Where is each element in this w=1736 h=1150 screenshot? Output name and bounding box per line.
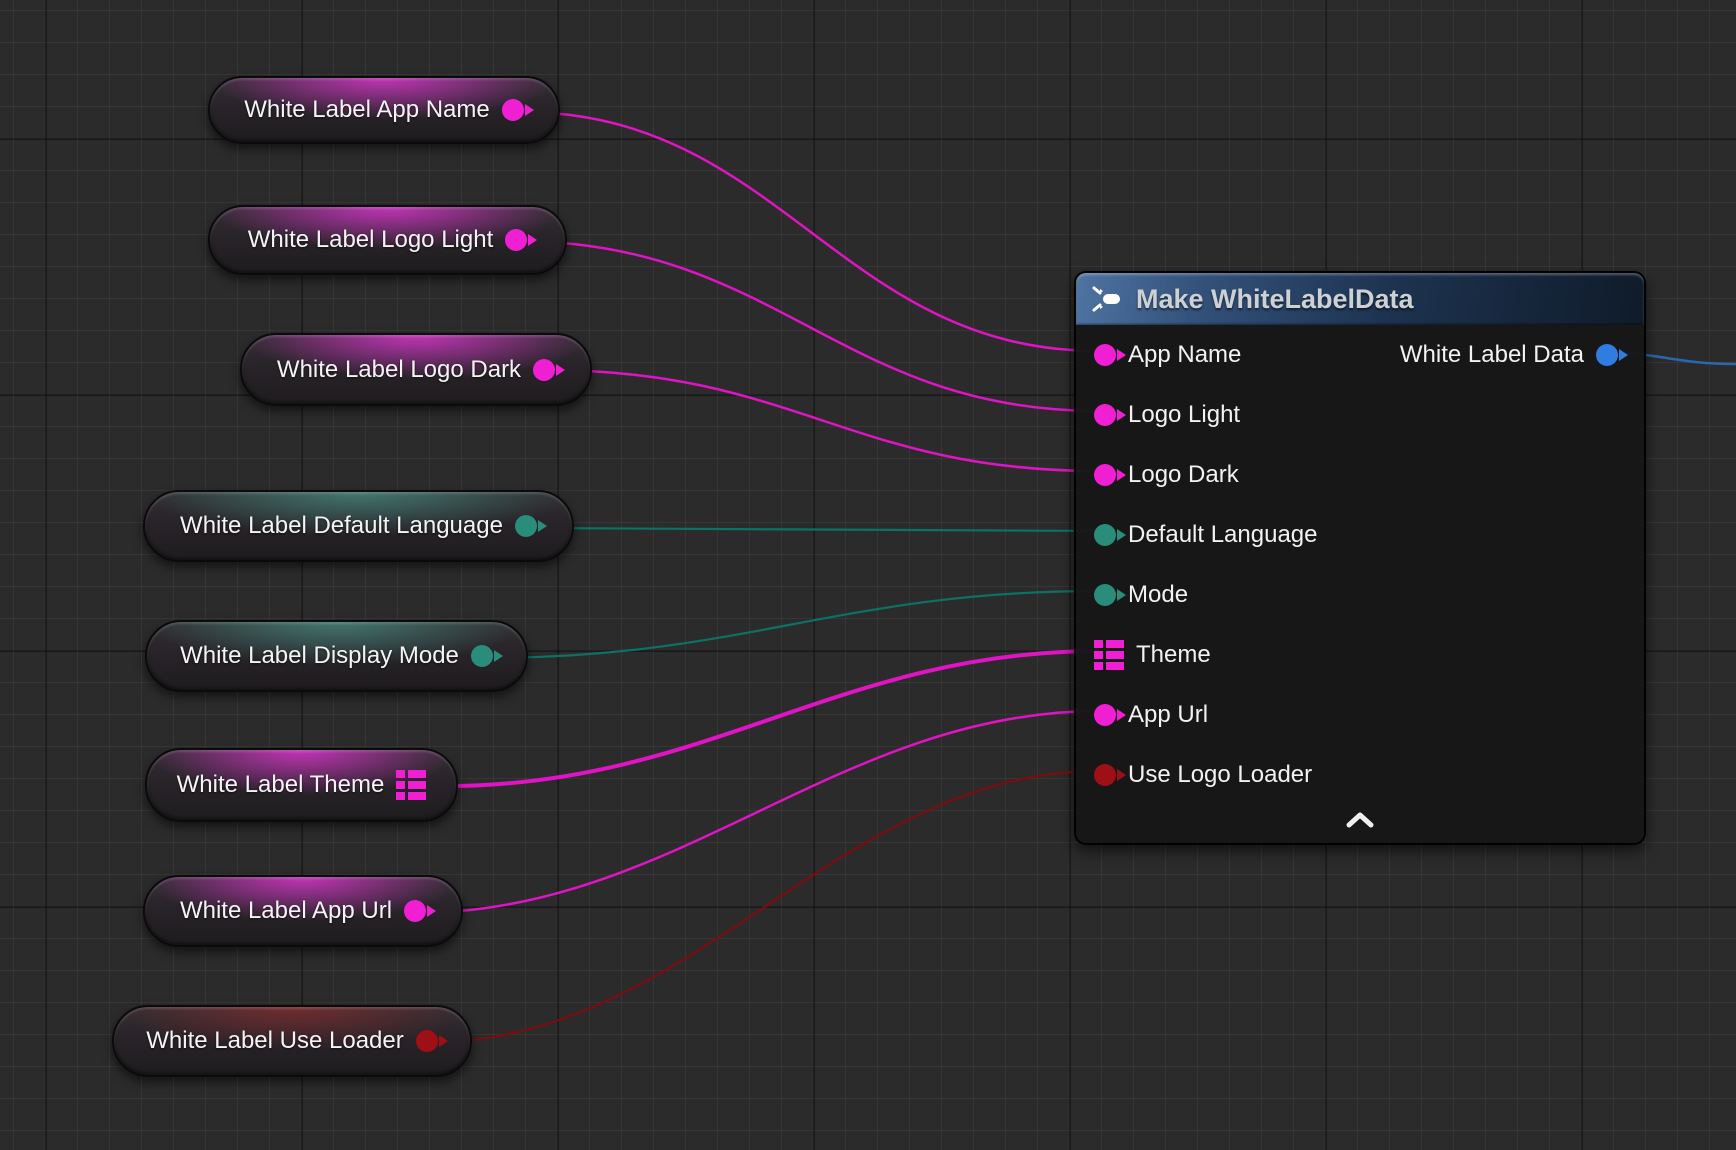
input-pin-row[interactable]: Use Logo Loader <box>1076 745 1644 805</box>
getter-node-label: White Label Logo Dark <box>277 356 521 384</box>
input-pin-icon[interactable] <box>1094 344 1116 366</box>
getter-node-white-label-logo-light[interactable]: White Label Logo Light <box>208 205 567 275</box>
input-pin-row[interactable]: Default Language <box>1076 505 1644 565</box>
getter-output-pin[interactable] <box>416 1030 438 1052</box>
getter-output-pin[interactable] <box>533 359 555 381</box>
getter-output-pin[interactable] <box>404 900 426 922</box>
getter-node-label: White Label Display Mode <box>180 642 459 670</box>
getter-node-white-label-logo-dark[interactable]: White Label Logo Dark <box>240 333 592 406</box>
wire-logo-light[interactable] <box>516 241 1099 411</box>
input-pin-row[interactable]: Logo Dark <box>1076 445 1644 505</box>
getter-node-white-label-app-url[interactable]: White Label App Url <box>143 875 463 947</box>
blueprint-canvas[interactable]: White Label App Name White Label Logo Lig… <box>0 0 1736 1150</box>
getter-output-pin[interactable] <box>515 515 537 537</box>
chevron-up-icon <box>1343 812 1377 828</box>
getter-node-label: White Label Use Loader <box>146 1027 403 1055</box>
getter-node-white-label-display-mode[interactable]: White Label Display Mode <box>145 620 528 692</box>
input-pin-icon[interactable] <box>1094 704 1116 726</box>
wire-display-mode[interactable] <box>484 591 1099 658</box>
getter-node-label: White Label App Url <box>180 897 392 925</box>
make-node-title: Make WhiteLabelData <box>1136 284 1414 315</box>
wire-theme[interactable] <box>446 651 1099 786</box>
wire-app-name[interactable] <box>521 112 1099 351</box>
make-node-make-whitelabeldata[interactable]: Make WhiteLabelData App Name Logo Light Lo… <box>1074 271 1646 845</box>
input-pin-row[interactable]: App Url <box>1076 685 1644 745</box>
input-pin-label: Logo Light <box>1128 401 1240 429</box>
input-pin-label: Mode <box>1128 581 1188 609</box>
input-pin-icon[interactable] <box>1094 764 1116 786</box>
output-pin-white-label-data[interactable] <box>1596 344 1618 366</box>
output-pin-icon[interactable] <box>1596 344 1618 366</box>
input-pin-row[interactable]: Mode <box>1076 565 1644 625</box>
input-pin-label: Default Language <box>1128 521 1318 549</box>
input-pin-label: Logo Dark <box>1128 461 1239 489</box>
make-node-input-pins: App Name Logo Light Logo Dark Default Langu… <box>1076 325 1644 805</box>
wire-default-language[interactable] <box>528 528 1099 531</box>
getter-node-label: White Label Logo Light <box>248 226 494 254</box>
collapse-toggle[interactable] <box>1076 801 1644 839</box>
getter-output-pin[interactable] <box>502 99 524 121</box>
getter-node-white-label-use-loader[interactable]: White Label Use Loader <box>112 1005 472 1077</box>
output-pin-label: White Label Data <box>1400 341 1584 369</box>
getter-node-label: White Label App Name <box>244 96 489 124</box>
input-pin-label: Use Logo Loader <box>1128 761 1312 789</box>
input-pin-row[interactable]: Logo Light <box>1076 385 1644 445</box>
input-pin-label: Theme <box>1136 641 1211 669</box>
output-pin-row[interactable]: White Label Data <box>1400 325 1618 385</box>
getter-node-white-label-default-language[interactable]: White Label Default Language <box>143 490 574 562</box>
wire-use-loader[interactable] <box>432 771 1099 1042</box>
getter-output-pin[interactable] <box>396 770 426 800</box>
input-pin-icon[interactable] <box>1094 464 1116 486</box>
wire-app-url[interactable] <box>416 711 1099 913</box>
input-pin-row[interactable]: Theme <box>1076 625 1644 685</box>
make-node-header[interactable]: Make WhiteLabelData <box>1076 273 1644 325</box>
getter-node-label: White Label Theme <box>177 771 385 799</box>
getter-node-label: White Label Default Language <box>180 512 503 540</box>
getter-node-white-label-app-name[interactable]: White Label App Name <box>208 76 560 144</box>
wire-logo-dark[interactable] <box>546 370 1099 471</box>
getter-node-white-label-theme[interactable]: White Label Theme <box>145 748 458 822</box>
input-pin-label: App Name <box>1128 341 1241 369</box>
getter-output-pin[interactable] <box>505 229 527 251</box>
input-pin-icon[interactable] <box>1094 404 1116 426</box>
input-pin-label: App Url <box>1128 701 1208 729</box>
input-pin-icon[interactable] <box>1094 524 1116 546</box>
make-struct-icon <box>1092 285 1122 313</box>
input-pin-icon[interactable] <box>1094 640 1124 670</box>
getter-output-pin[interactable] <box>471 645 493 667</box>
input-pin-icon[interactable] <box>1094 584 1116 606</box>
